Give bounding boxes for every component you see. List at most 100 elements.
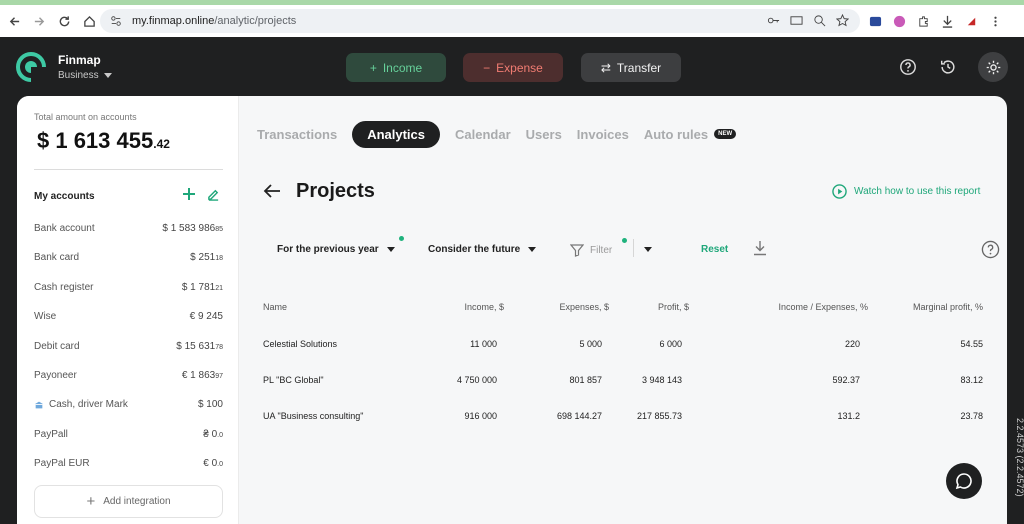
project-name: Celestial Solutions bbox=[263, 339, 338, 349]
profile-icon[interactable] bbox=[964, 14, 978, 28]
brand-type: Business bbox=[58, 70, 112, 81]
active-dot bbox=[622, 238, 627, 243]
column-header[interactable]: Income / Expenses, % bbox=[778, 302, 868, 312]
account-row[interactable]: PayPall ₴ 0.0 bbox=[34, 429, 223, 445]
income-button[interactable]: + Income bbox=[346, 53, 446, 82]
page-title: Projects bbox=[296, 180, 375, 202]
column-header[interactable]: Expenses, $ bbox=[559, 302, 609, 312]
divider bbox=[633, 239, 634, 257]
transfer-arrows-icon: ⇄ bbox=[600, 60, 611, 75]
edit-accounts-pencil-icon[interactable] bbox=[207, 188, 220, 201]
reset-button[interactable]: Reset bbox=[701, 244, 728, 255]
chevron-down-icon bbox=[386, 247, 395, 252]
account-row[interactable]: PayPal EUR € 0.0 bbox=[34, 458, 223, 474]
url-text[interactable]: my.finmap.online/analytic/projects bbox=[132, 15, 296, 27]
expense-button[interactable]: − Expense bbox=[463, 53, 563, 82]
marginal-profit-cell: 54.55 bbox=[960, 339, 983, 349]
account-row[interactable]: Wise € 9 245 bbox=[34, 311, 223, 327]
marginal-profit-cell: 83.12 bbox=[960, 375, 983, 385]
filter-funnel-icon bbox=[570, 244, 584, 257]
future-dropdown[interactable]: Consider the future bbox=[428, 244, 537, 255]
add-account-plus-icon[interactable] bbox=[182, 187, 196, 201]
expenses-cell: 698 144.27 bbox=[556, 411, 602, 421]
project-name: UA "Business consulting" bbox=[263, 411, 364, 421]
total-amount-label: Total amount on accounts bbox=[34, 112, 137, 122]
help-icon[interactable] bbox=[895, 54, 921, 80]
help-icon[interactable] bbox=[981, 240, 1000, 259]
column-header[interactable]: Income, $ bbox=[464, 302, 504, 312]
chevron-down-icon bbox=[528, 247, 537, 252]
plus-icon: + bbox=[86, 493, 96, 510]
profit-cell: 217 855.73 bbox=[636, 411, 682, 421]
main-panel: Total amount on accounts $ 1 613 455.42 … bbox=[17, 96, 1007, 524]
income-cell: 11 000 bbox=[470, 339, 497, 349]
site-settings-icon[interactable] bbox=[110, 14, 124, 28]
filters-bar: For the previous year Consider the futur… bbox=[277, 236, 1000, 261]
extensions-puzzle-icon[interactable] bbox=[916, 14, 930, 28]
extension-avatar-icon[interactable] bbox=[892, 14, 906, 28]
chevron-down-icon[interactable] bbox=[644, 247, 652, 252]
tab-invoices[interactable]: Invoices bbox=[577, 127, 629, 142]
column-header[interactable]: Profit, $ bbox=[658, 302, 689, 312]
download-browser-icon[interactable] bbox=[940, 14, 954, 28]
filter-button[interactable]: Filter bbox=[570, 239, 612, 261]
main-tabs: Transactions Analytics Calendar Users In… bbox=[257, 120, 737, 148]
income-expenses-cell: 131.2 bbox=[837, 411, 860, 421]
bookmark-star-icon[interactable] bbox=[835, 13, 850, 28]
tab-auto-rules[interactable]: Auto rules bbox=[644, 127, 708, 142]
account-row[interactable]: Bank account $ 1 583 98685 bbox=[34, 223, 223, 239]
password-key-icon[interactable] bbox=[766, 13, 781, 28]
history-icon[interactable] bbox=[935, 54, 961, 80]
marginal-profit-cell: 23.78 bbox=[960, 411, 983, 421]
account-row[interactable]: Payoneer € 1 86397 bbox=[34, 370, 223, 386]
home-icon[interactable] bbox=[78, 10, 100, 32]
profit-cell: 6 000 bbox=[659, 339, 682, 349]
back-arrow-icon[interactable] bbox=[263, 183, 281, 199]
income-expenses-cell: 220 bbox=[844, 339, 860, 349]
watch-tutorial-link[interactable]: Watch how to use this report bbox=[832, 184, 980, 199]
transfer-button[interactable]: ⇄ Transfer bbox=[581, 53, 681, 82]
support-chat-button[interactable] bbox=[946, 463, 982, 499]
expenses-cell: 5 000 bbox=[579, 339, 602, 349]
column-header[interactable]: Name bbox=[263, 302, 287, 312]
income-cell: 4 750 000 bbox=[456, 375, 497, 385]
my-accounts-title: My accounts bbox=[34, 191, 95, 202]
app-header: Finmap Business + Income − Expense ⇄ Tra… bbox=[0, 37, 1024, 96]
cast-icon[interactable] bbox=[789, 13, 804, 28]
finmap-logo-icon[interactable] bbox=[16, 52, 46, 82]
project-name: PL "BC Global" bbox=[263, 375, 324, 385]
income-expenses-cell: 592.37 bbox=[832, 375, 860, 385]
add-integration-button[interactable]: + Add integration bbox=[34, 485, 223, 518]
zoom-icon[interactable] bbox=[812, 13, 827, 28]
tab-transactions[interactable]: Transactions bbox=[257, 127, 337, 142]
tab-calendar[interactable]: Calendar bbox=[455, 127, 511, 142]
bank-account-icon bbox=[34, 401, 44, 408]
total-amount-value: $ 1 613 455.42 bbox=[37, 128, 170, 153]
tab-analytics[interactable]: Analytics bbox=[352, 120, 441, 148]
active-dot bbox=[399, 236, 404, 241]
reload-icon[interactable] bbox=[53, 10, 75, 32]
extension-lt-icon[interactable] bbox=[868, 14, 882, 28]
workspace-switcher[interactable]: Finmap Business bbox=[58, 53, 112, 81]
address-bar[interactable]: my.finmap.online/analytic/projects bbox=[100, 9, 860, 33]
brand-name: Finmap bbox=[58, 53, 101, 67]
browser-toolbar: my.finmap.online/analytic/projects bbox=[0, 5, 1024, 37]
tab-users[interactable]: Users bbox=[526, 127, 562, 142]
account-row[interactable]: Bank card $ 25118 bbox=[34, 252, 223, 268]
column-header[interactable]: Marginal profit, % bbox=[913, 302, 983, 312]
account-row[interactable]: Debit card $ 15 63178 bbox=[34, 341, 223, 357]
app-version: 2.2.4573 (2.2.4572) bbox=[1015, 418, 1024, 497]
accounts-sidebar: Total amount on accounts $ 1 613 455.42 … bbox=[17, 96, 239, 524]
plus-icon: + bbox=[369, 60, 377, 75]
account-row[interactable]: Cash, driver Mark $ 100 bbox=[34, 399, 223, 415]
browser-menu-icon[interactable] bbox=[988, 14, 1002, 28]
period-dropdown[interactable]: For the previous year bbox=[277, 244, 395, 255]
account-row[interactable]: Cash register $ 1 78121 bbox=[34, 282, 223, 298]
back-icon[interactable] bbox=[3, 10, 25, 32]
chat-bubble-icon bbox=[955, 473, 972, 490]
settings-gear-icon[interactable] bbox=[978, 52, 1008, 82]
play-circle-icon bbox=[832, 184, 847, 199]
download-icon[interactable] bbox=[753, 240, 767, 256]
minus-icon: − bbox=[483, 60, 491, 75]
forward-icon[interactable] bbox=[28, 10, 50, 32]
